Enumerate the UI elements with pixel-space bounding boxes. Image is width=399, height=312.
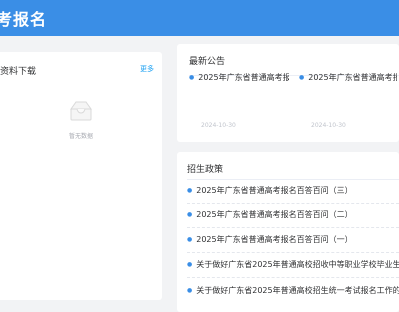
notice-date: 2024-10-30 <box>311 122 346 129</box>
policy-list-item[interactable]: ● 2025年广东省普通高考报名百答百问（三） <box>187 185 399 196</box>
notice-item[interactable]: ● 2025年广东省普通高考报 <box>299 72 397 83</box>
policy-item-label: 2025年广东省普通高考报名百答百问（二） <box>196 210 353 219</box>
empty-box-icon <box>70 101 92 121</box>
bullet-icon: ● <box>187 187 193 194</box>
policy-list-item[interactable]: ● 关于做好广东省2025年普通高校招收中等职业学校毕业生统一 <box>187 259 399 270</box>
policy-item-label: 2025年广东省普通高考报名百答百问（三） <box>196 186 353 195</box>
notice-date: 2024-10-30 <box>201 122 236 129</box>
empty-state: 暂无数据 <box>56 99 106 140</box>
policy-row-divider <box>187 277 399 278</box>
policy-row-divider <box>187 227 399 228</box>
policy-item-label: 2025年广东省普通高考报名百答百问（一） <box>196 235 353 244</box>
policy-title: 招生政策 <box>187 165 224 175</box>
bullet-icon: ● <box>187 287 193 294</box>
notice-item[interactable]: ● 2025年广东省普通高考报 <box>189 72 289 83</box>
policy-row-divider <box>187 203 399 204</box>
policy-item-label: 关于做好广东省2025年普通高校招生统一考试报名工作的通知 <box>196 286 399 295</box>
policy-list-item[interactable]: ● 2025年广东省普通高考报名百答百问（一） <box>187 234 399 245</box>
bullet-icon: ● <box>187 261 193 268</box>
policy-item-label: 关于做好广东省2025年普通高校招收中等职业学校毕业生统一 <box>196 260 399 269</box>
top-header-bar: 考报名 <box>0 0 399 36</box>
bullet-icon: ● <box>187 236 193 243</box>
notice-item-label: 2025年广东省普通高考报 <box>308 73 397 82</box>
notice-item-label: 2025年广东省普通高考报 <box>198 73 289 82</box>
bullet-icon: ● <box>189 74 195 81</box>
notices-title: 最新公告 <box>189 57 226 67</box>
policy-row-divider <box>187 252 399 253</box>
empty-text: 暂无数据 <box>68 133 93 140</box>
page-title: 考报名 <box>0 10 48 29</box>
bullet-icon: ● <box>299 74 305 81</box>
policy-list-item[interactable]: ● 2025年广东省普通高考报名百答百问（二） <box>187 209 399 220</box>
downloads-card: 资料下载 更多 暂无数据 <box>0 52 162 300</box>
policy-list-item[interactable]: ● 关于做好广东省2025年普通高校招生统一考试报名工作的通知 <box>187 285 399 296</box>
bullet-icon: ● <box>187 211 193 218</box>
downloads-title: 资料下载 <box>0 67 37 77</box>
policy-divider <box>187 179 399 180</box>
downloads-more-link[interactable]: 更多 <box>140 64 154 74</box>
policy-card: 招生政策 ● 2025年广东省普通高考报名百答百问（三） ● 2025年广东省普通高… <box>177 152 399 312</box>
